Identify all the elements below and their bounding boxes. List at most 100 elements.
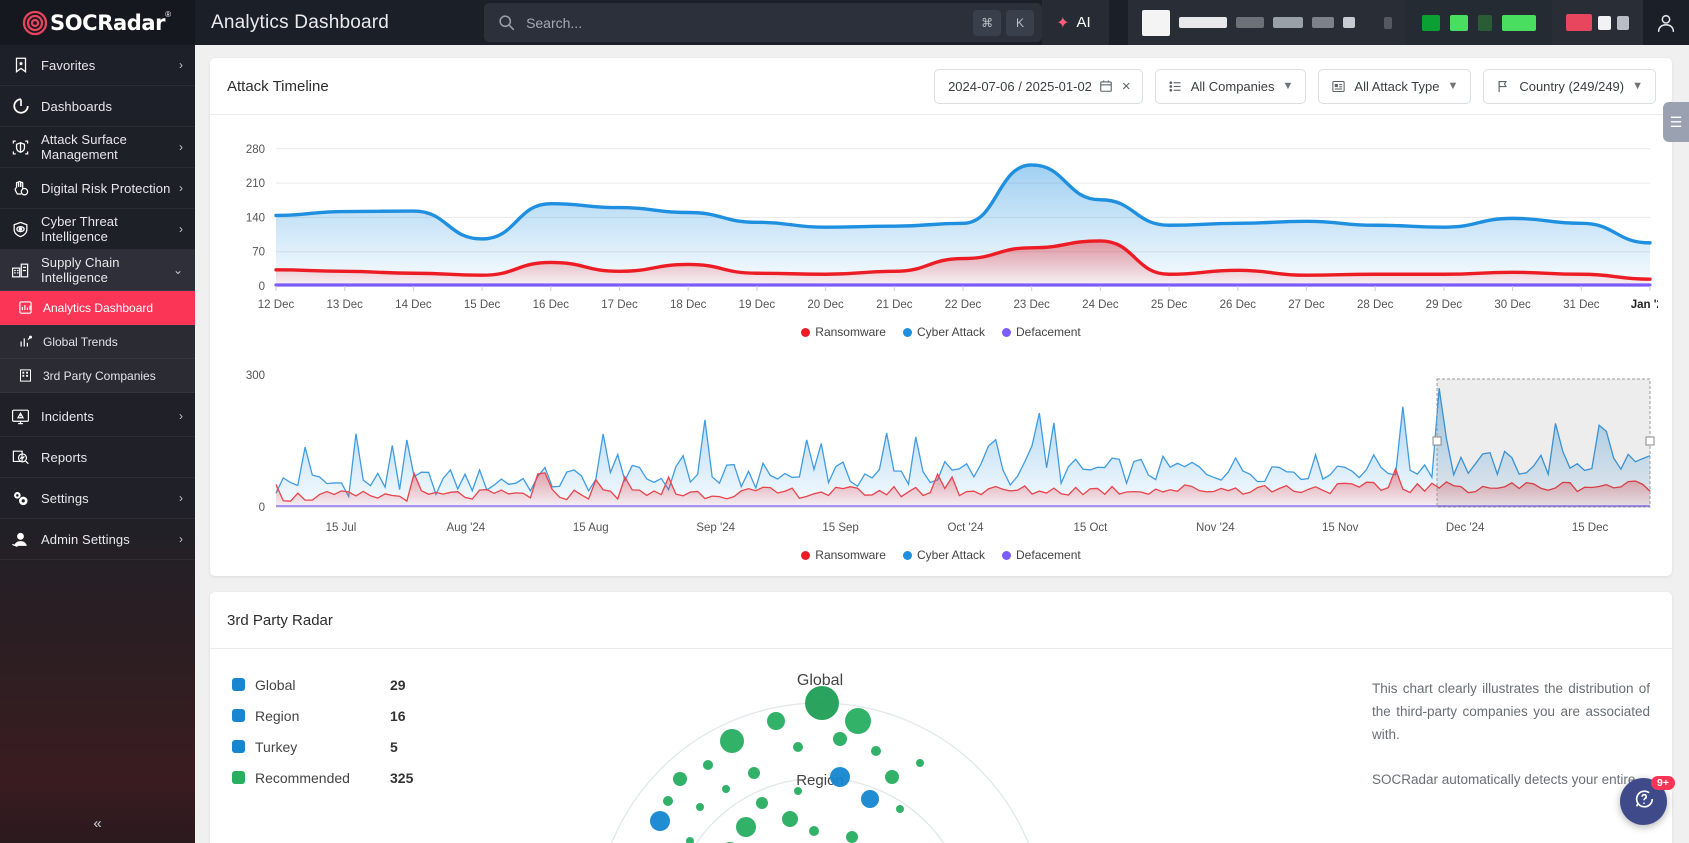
third-party-radar-header: 3rd Party Radar — [210, 592, 1672, 649]
sidebar-item-3rd-party-companies[interactable]: 3rd Party Companies — [0, 359, 195, 393]
radar-bubble-chart[interactable]: Global Region — [540, 663, 1372, 843]
legend-item-ransomware[interactable]: Ransomware — [801, 548, 886, 562]
svg-text:25 Dec: 25 Dec — [1151, 299, 1188, 311]
sidebar-item-favorites[interactable]: Favorites › — [0, 45, 195, 86]
date-range-value: 2024-07-06 / 2025-01-02 — [948, 78, 1092, 94]
sidebar-item-global-trends[interactable]: Global Trends — [0, 325, 195, 359]
svg-text:300: 300 — [246, 370, 265, 382]
legend-label: Cyber Attack — [916, 325, 986, 339]
svg-text:12 Dec: 12 Dec — [258, 299, 295, 311]
radar-legend-row[interactable]: Global 29 — [232, 669, 540, 700]
collapse-icon: « — [93, 814, 102, 832]
search-input[interactable] — [515, 14, 969, 31]
legend-item-defacement[interactable]: Defacement — [1002, 548, 1081, 562]
calendar-icon[interactable] — [1099, 79, 1113, 93]
ai-button[interactable]: ✦ AI — [1042, 0, 1109, 45]
svg-text:Dec '24: Dec '24 — [1446, 522, 1485, 534]
sidebar-item-dashboards[interactable]: Dashboards — [0, 86, 195, 127]
radar-description-p1: This chart clearly illustrates the distr… — [1372, 681, 1650, 742]
sidebar-item-supply-chain-intelligence[interactable]: Supply Chain Intelligence ⌄ — [0, 250, 195, 291]
svg-text:70: 70 — [252, 247, 265, 259]
attack-timeline-overview-chart[interactable]: 0 300 15 Jul Aug '24 15 Aug Sep '24 15 Sep Oct … — [210, 345, 1672, 576]
panel-toggle-button[interactable]: ☰ — [1663, 102, 1689, 142]
svg-text:21 Dec: 21 Dec — [876, 299, 913, 311]
redacted-status-indicators — [1406, 0, 1552, 45]
card-list-icon — [1331, 79, 1346, 94]
chevron-right-icon: › — [179, 140, 183, 154]
shield-scan-icon — [11, 138, 30, 157]
svg-text:15 Oct: 15 Oct — [1073, 522, 1108, 534]
legend-swatch — [1002, 550, 1012, 560]
sidebar-item-label: Settings — [41, 490, 89, 506]
kbd-cmd: ⌘ — [973, 9, 1002, 36]
sidebar-subitem-label: Global Trends — [43, 334, 118, 349]
legend-item-cyber-attack[interactable]: Cyber Attack — [902, 325, 986, 339]
third-party-radar-card: 3rd Party Radar Global 29 Region 16 Turk… — [210, 592, 1672, 843]
overview-chart-svg[interactable]: 0 300 15 Jul Aug '24 15 Aug Sep '24 15 Sep Oct … — [224, 363, 1658, 543]
svg-text:22 Dec: 22 Dec — [945, 299, 982, 311]
svg-text:15 Sep: 15 Sep — [822, 522, 858, 534]
socradar-logo[interactable]: SOCRadar ® — [22, 10, 171, 36]
app-root: SOCRadar ® Analytics Dashboard ⌘ K ✦ AI — [0, 0, 1689, 843]
ai-label: AI — [1076, 14, 1091, 31]
chevron-down-icon: ▼ — [1282, 80, 1294, 92]
monitor-alert-icon — [11, 407, 30, 426]
third-party-radar-title: 3rd Party Radar — [227, 611, 333, 629]
svg-text:30 Dec: 30 Dec — [1494, 299, 1531, 311]
sidebar-item-settings[interactable]: Settings › — [0, 478, 195, 519]
attack-type-filter[interactable]: All Attack Type ▼ — [1318, 68, 1472, 104]
legend-item-cyber-attack[interactable]: Cyber Attack — [902, 548, 985, 562]
building-icon — [17, 368, 33, 384]
third-party-radar-body: Global 29 Region 16 Turkey 5 Recommended… — [210, 649, 1672, 843]
user-avatar-button[interactable] — [1643, 0, 1689, 45]
svg-text:16 Dec: 16 Dec — [533, 299, 570, 311]
sidebar-item-reports[interactable]: Reports — [0, 437, 195, 478]
radar-legend-row[interactable]: Recommended 325 — [232, 762, 540, 793]
legend-value: 325 — [390, 769, 414, 786]
detail-chart-legend: Ransomware Cyber Attack Defacement — [224, 325, 1658, 339]
search-box[interactable]: ⌘ K — [484, 3, 1043, 42]
attack-timeline-header: Attack Timeline 2024-07-06 / 2025-01-02 … — [210, 58, 1672, 115]
radar-legend-row[interactable]: Region 16 — [232, 700, 540, 731]
logo-area[interactable]: SOCRadar ® — [0, 0, 195, 45]
radar-legend-row[interactable]: Turkey 5 — [232, 731, 540, 762]
attack-timeline-detail-chart[interactable]: 0 70 140 210 280 12 Dec 13 Dec 14 Dec 15 Dec 16 D… — [210, 115, 1672, 345]
legend-swatch — [232, 709, 245, 722]
sidebar-collapse-button[interactable]: « — [0, 803, 195, 843]
legend-swatch — [801, 550, 811, 560]
sidebar-item-incidents[interactable]: Incidents › — [0, 396, 195, 437]
main-content: Attack Timeline 2024-07-06 / 2025-01-02 … — [195, 45, 1689, 843]
sidebar-item-admin-settings[interactable]: Admin Settings › — [0, 519, 195, 560]
hand-shield-icon — [11, 179, 30, 198]
sidebar-item-label: Admin Settings — [41, 531, 130, 547]
sidebar-item-analytics-dashboard[interactable]: Analytics Dashboard — [0, 291, 195, 325]
attack-type-filter-label: All Attack Type — [1354, 78, 1440, 94]
companies-filter[interactable]: All Companies ▼ — [1154, 68, 1307, 104]
date-range-picker[interactable]: 2024-07-06 / 2025-01-02 × — [934, 68, 1143, 104]
svg-text:13 Dec: 13 Dec — [326, 299, 363, 311]
radar-description-p2: SOCRadar automatically detects your enti… — [1372, 772, 1636, 787]
sidebar-item-cyber-threat-intelligence[interactable]: Cyber Threat Intelligence › — [0, 209, 195, 250]
svg-text:Sep '24: Sep '24 — [696, 522, 735, 534]
svg-text:15 Dec: 15 Dec — [464, 299, 501, 311]
factory-icon — [11, 261, 30, 280]
clear-date-range-icon[interactable]: × — [1120, 79, 1133, 94]
legend-item-defacement[interactable]: Defacement — [1002, 325, 1081, 339]
legend-item-ransomware[interactable]: Ransomware — [801, 325, 886, 339]
svg-text:0: 0 — [259, 281, 265, 293]
radar-svg: GlobalRegion — [611, 672, 1029, 843]
top-bar-right — [1128, 0, 1689, 45]
country-filter[interactable]: Country (249/249) ▼ — [1483, 68, 1656, 104]
legend-swatch — [801, 327, 811, 337]
legend-label: Defacement — [1016, 325, 1081, 339]
logo-text: SOCRadar — [50, 10, 166, 35]
legend-label: Ransomware — [815, 548, 886, 562]
chevron-right-icon: › — [179, 409, 183, 423]
legend-label: Region — [255, 707, 300, 724]
country-filter-label: Country (249/249) — [1519, 78, 1625, 94]
sidebar-item-digital-risk-protection[interactable]: Digital Risk Protection › — [0, 168, 195, 209]
svg-text:28 Dec: 28 Dec — [1357, 299, 1394, 311]
sidebar-item-attack-surface-management[interactable]: Attack Surface Management › — [0, 127, 195, 168]
chevron-right-icon: › — [179, 222, 183, 236]
svg-text:23 Dec: 23 Dec — [1013, 299, 1050, 311]
